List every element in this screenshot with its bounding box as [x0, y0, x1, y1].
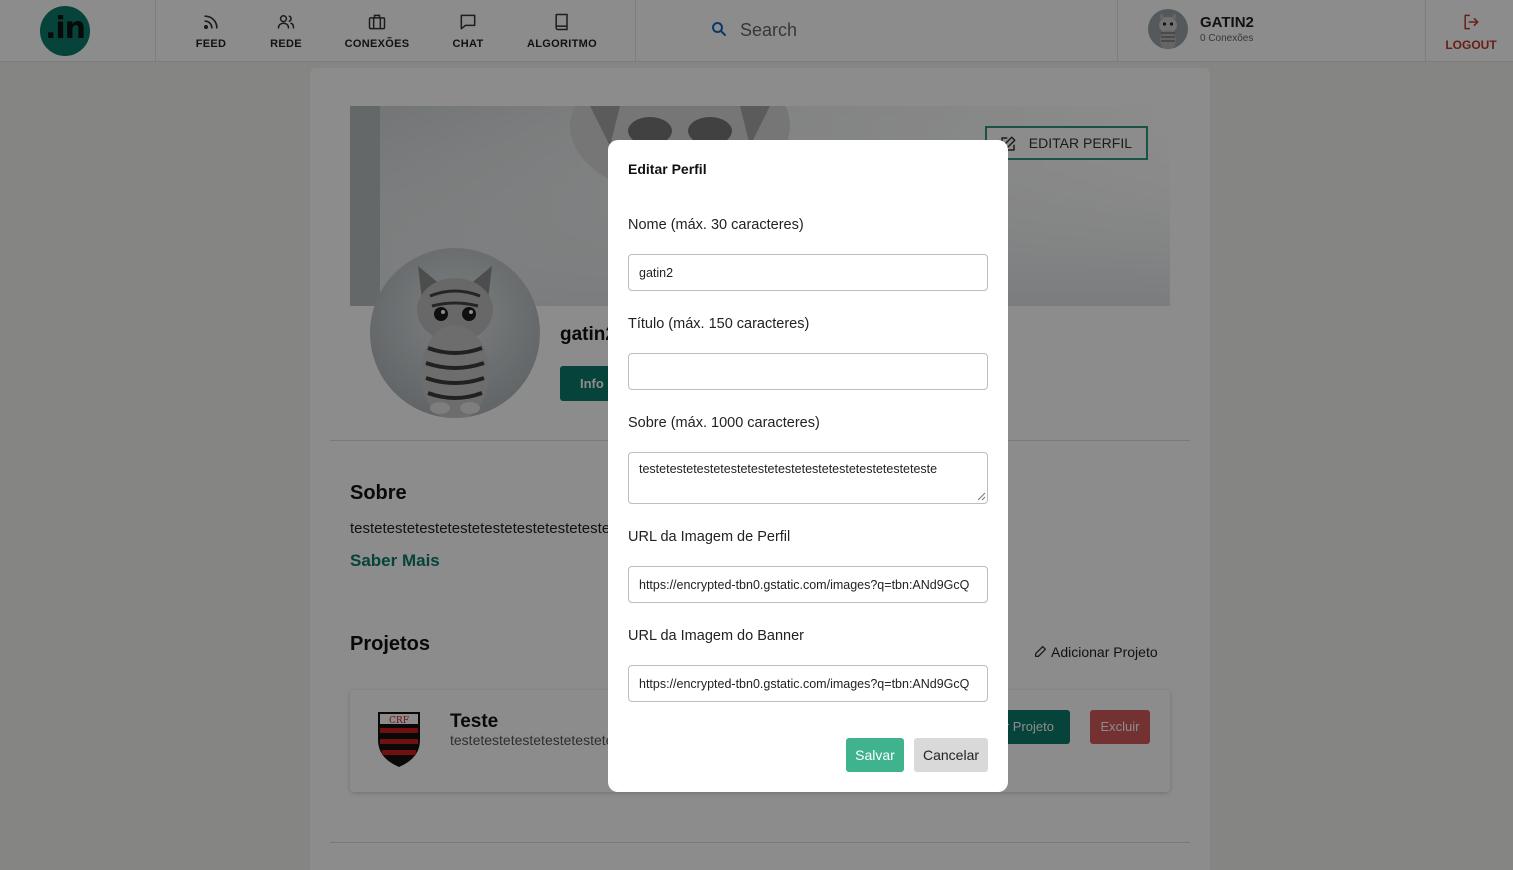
name-label: Nome (máx. 30 caracteres)	[628, 217, 804, 233]
title-field[interactable]	[628, 353, 988, 390]
banner-url-label: URL da Imagem do Banner	[628, 628, 804, 644]
modal-title: Editar Perfil	[628, 161, 707, 177]
edit-profile-modal: Editar Perfil Nome (máx. 30 caracteres) …	[608, 140, 1008, 792]
resize-grip-icon[interactable]	[976, 491, 986, 501]
name-field[interactable]	[628, 254, 988, 291]
cancel-button[interactable]: Cancelar	[914, 738, 988, 772]
avatar-url-field[interactable]	[628, 566, 988, 603]
about-label: Sobre (máx. 1000 caracteres)	[628, 415, 820, 431]
about-field[interactable]: testetestetestetestetestetestetesteteste…	[628, 452, 988, 504]
title-label: Título (máx. 150 caracteres)	[628, 316, 810, 332]
banner-url-field[interactable]	[628, 665, 988, 702]
avatar-url-label: URL da Imagem de Perfil	[628, 529, 791, 545]
save-button[interactable]: Salvar	[846, 738, 904, 772]
